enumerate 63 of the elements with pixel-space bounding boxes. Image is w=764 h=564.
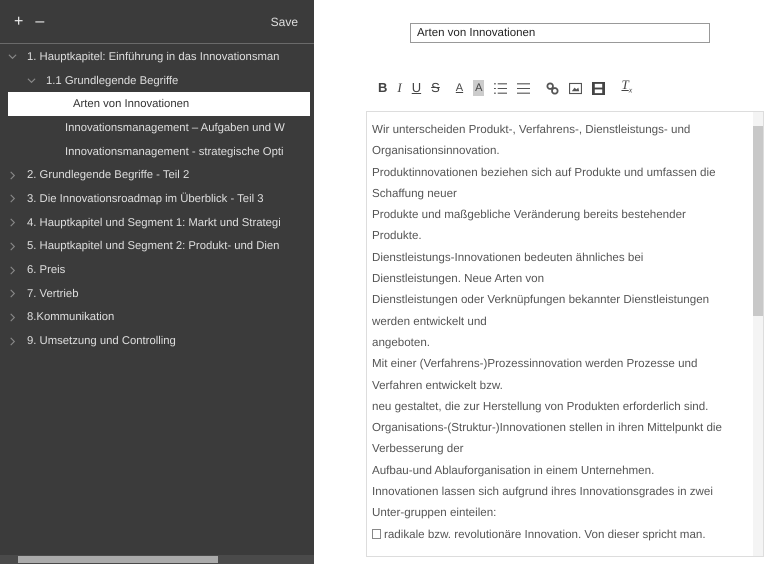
text-line: Organisationsinnovation. [372,143,501,160]
add-button[interactable]: + [8,12,30,30]
text-line: Innovationen lassen sich aufgrund ihres Innovationsgrades in zwei [372,484,714,500]
vertical-scrollbar[interactable] [753,112,763,556]
text-line: Produkte. [372,228,423,244]
tree-item[interactable]: 4. Hauptkapitel und Segment 1: Markt und Strategi [0,210,314,234]
text-line: Aufbau-und Ablauforganisation in einem Unternehmen. [372,462,656,479]
text-line: neu gestaltet, die zur Herstellung von Produkten erforderlich sind. [372,398,710,415]
tree-item[interactable]: Innovationsmanagement – Aufgaben und W [0,116,314,140]
clear-button[interactable]: T$_{x}$ [621,77,632,99]
text-line: Organisations-(Struktur-)Innovationen stellen in ihren Mittelpunkt die [372,420,723,436]
chevron-icon [8,336,17,346]
chevron-icon [8,218,17,228]
link-icon[interactable] [546,82,560,94]
tree-item[interactable]: 1.1 Grundlegende Begriffe [0,68,314,92]
tree-item[interactable]: 5. Hauptkapitel und Segment 2: Produkt- und Dien [0,234,314,258]
text-line: Dienstleistungen. Neue Arten von [372,271,546,288]
chevron-icon [8,289,17,298]
textcolor-button[interactable]: A [456,80,464,96]
text-line: Produkte und maßgebliche Veränderung bereits bestehender [372,207,687,224]
chevron-icon [8,52,17,62]
chevron-icon [8,170,17,180]
text-line: angeboten. [372,334,432,351]
tree-item[interactable]: Innovationsmanagement - strategische Opti [0,140,314,164]
chevron-icon [8,242,17,251]
numbered-list-icon[interactable] [494,82,508,94]
tree-item[interactable]: 1. Hauptkapitel: Einführung in das Innovationsman [0,45,314,69]
tree-item[interactable]: 3. Die Innovationsroadmap im Überblick - Teil 3 [0,187,314,211]
text-line: Unter-gruppen einteilen: [372,505,498,522]
text-line: Verbesserung der [372,441,465,458]
text-line: Wir unterscheiden Produkt-, Verfahrens-, Dienstleistungs- und [372,122,692,138]
text-line: Produktinnovationen beziehen sich auf Produkte und umfassen die [372,164,717,181]
film-icon[interactable] [592,82,606,94]
tree-item[interactable]: 6. Preis [0,258,314,282]
chevron-icon [8,312,17,322]
image-icon[interactable] [569,82,582,94]
text-line: Verfahren entwickelt bzw. [372,378,504,394]
chevron-icon [8,194,17,204]
text-line: Dienstleistungs-Innovationen bedeuten ähnliches bei [372,250,644,266]
italic-button[interactable]: I [397,80,402,96]
bold-button[interactable]: B [378,80,388,96]
horizontal-scrollbar[interactable] [0,555,314,564]
text-editor[interactable] [366,111,764,557]
tree-item[interactable]: 7. Vertrieb [0,282,314,306]
text-line: werden entwickelt und [372,314,488,330]
remove-button[interactable]: – [29,12,50,30]
title-field[interactable]: Arten von Innovationen [410,23,710,43]
tree-item[interactable]: 8.Kommunikation [0,306,314,330]
bgcolor-button[interactable]: A [473,80,484,96]
text-line: Dienstleistungen oder Verknüpfungen bekannter Dienstleistungen [372,292,710,308]
underline-button[interactable]: U [412,80,422,96]
tree-item[interactable]: 9. Umsetzung und Controlling [0,329,314,353]
bullet-list-icon[interactable] [517,82,530,94]
save-button[interactable]: Save [264,14,304,28]
strike-button[interactable]: S [431,80,440,96]
chevron-icon [8,266,17,275]
text-line: radikale bzw. revolutionäre Innovation. Von dieser spricht man. [372,524,753,545]
placeholder-glyph-icon [372,529,381,540]
tree-item[interactable]: Arten von Innovationen [8,92,310,116]
text-line: Mit einer (Verfahrens-)Prozessinnovation werden Prozesse und [372,356,698,372]
chevron-icon [27,76,36,86]
text-line: Schaffung neuer [372,186,458,202]
tree-item[interactable]: 2. Grundlegende Begriffe - Teil 2 [0,163,314,188]
